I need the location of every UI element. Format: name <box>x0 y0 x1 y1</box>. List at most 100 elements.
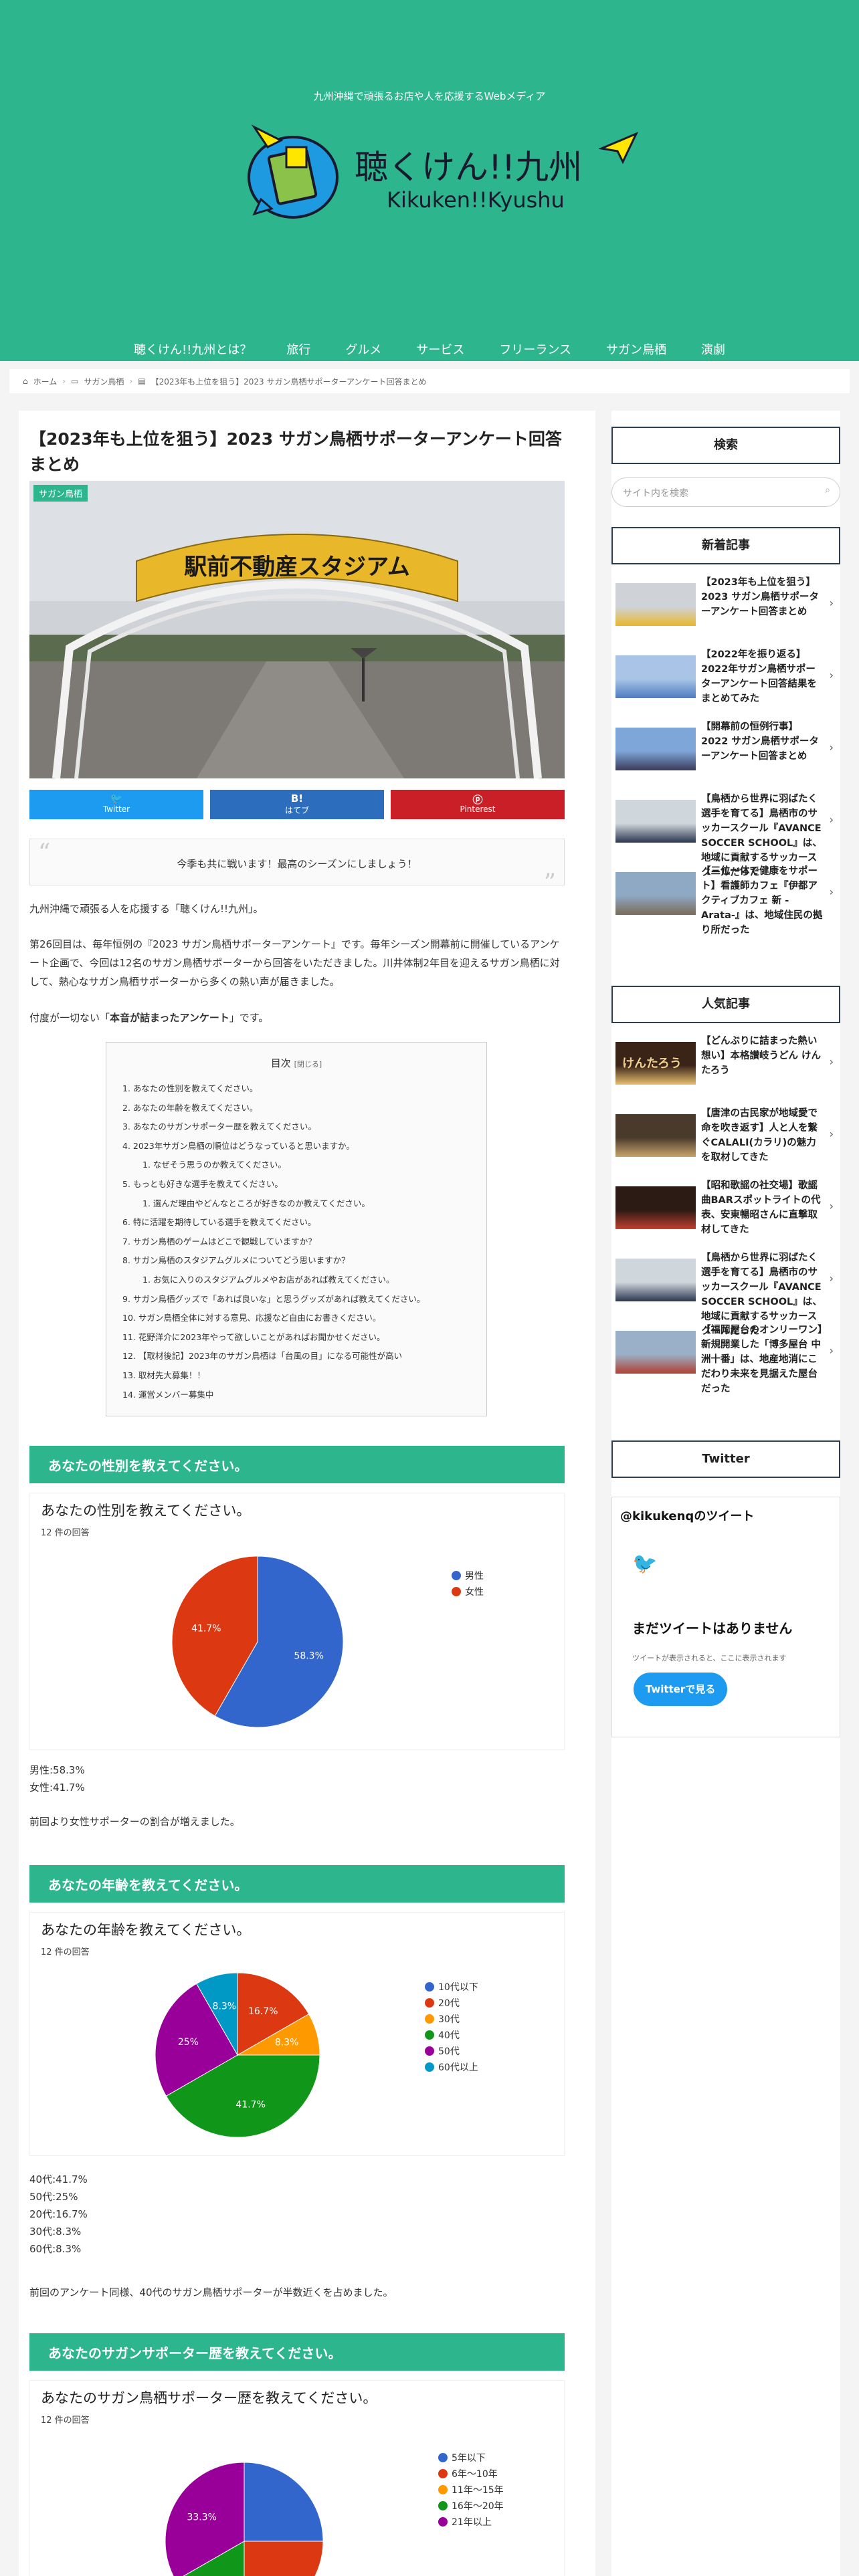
legend-swatch <box>438 2469 448 2478</box>
pie-slice-1[interactable] <box>244 2541 324 2576</box>
search-input[interactable]: サイト内を検索 ⌕ <box>611 477 840 507</box>
toc-item[interactable]: 1. なぜそう思うのか教えてください。 <box>122 1156 470 1175</box>
chevron-right-icon: › <box>829 1200 834 1212</box>
post-card-title: 【福岡屋台のオンリーワン】新規開業した「博多屋台 中洲十番」は、地産地消にこだわ… <box>701 1325 823 1394</box>
toc-item[interactable]: 1. あなたの性別を教えてください。 <box>122 1079 470 1099</box>
intro-paragraph-1: 九州沖縄で頑張る人を応援する「聴くけん!!九州」。 <box>29 903 264 915</box>
toc-item[interactable]: 1. お気に入りのスタジアムグルメやお店があれば教えてください。 <box>122 1271 470 1290</box>
hatena-bookmark-icon: B! <box>290 792 304 804</box>
toc-item[interactable]: 3. あなたのサガンサポーター歴を教えてください。 <box>122 1117 470 1137</box>
chart-card-supporter-years: あなたのサガン鳥栖サポーター歴を教えてください。 12 件の回答 16.7%33… <box>29 2380 565 2576</box>
stat-line: 30代:8.3% <box>29 2226 82 2238</box>
toc-item[interactable]: 14. 運営メンバー募集中 <box>122 1386 470 1405</box>
pie-chart-age: 16.7% 8.3% 41.7% 25% 8.3% <box>155 1972 320 2138</box>
toc-item[interactable]: 10. サガン鳥栖全体に対する意見、応援など自由にお書きください。 <box>122 1309 470 1328</box>
legend-swatch <box>425 1982 434 1992</box>
twitter-bird-icon: 🐦 <box>632 1552 658 1576</box>
quote-text: 今季も共に戦います！最高のシーズンにしましょう！ <box>177 858 417 870</box>
recent-post-card[interactable]: 【鳥栖から世界に羽ばたく選手を育てる】鳥栖市のサッカースクール『AVANCE S… <box>611 788 840 878</box>
legend-swatch <box>438 2485 448 2494</box>
legend-label: 21年以上 <box>452 2517 492 2528</box>
breadcrumb-home[interactable]: ホーム <box>33 376 58 387</box>
section-note-gender: 前回より女性サポーターの割合が増えました。 <box>29 1816 240 1828</box>
recent-post-card[interactable]: 【三位一体で健康をサポート】看護師カフェ『伊都アクティブカフェ 新 -Arata… <box>611 860 840 936</box>
legend-item: 10代以下 <box>425 1979 478 1996</box>
legend-label: 30代 <box>438 2014 460 2025</box>
pie-chart-supporter-years: 16.7%33.3% <box>165 2462 324 2576</box>
breadcrumb-separator: › <box>62 377 66 386</box>
blockquote: “ 今季も共に戦います！最高のシーズンにしましょう！ ” <box>29 839 565 897</box>
stat-line: 40代:41.7% <box>29 2173 88 2185</box>
nav-item-sagan-tosu[interactable]: サガン鳥栖 <box>589 338 684 359</box>
logo-title: 聴くけん!!九州 <box>355 148 583 187</box>
gate-sign-text: 駅前不動産スタジアム <box>184 554 410 580</box>
popular-post-card[interactable]: 【福岡屋台のオンリーワン】新規開業した「博多屋台 中洲十番」は、地産地消にこだわ… <box>611 1319 840 1394</box>
chevron-right-icon: › <box>829 1128 834 1140</box>
legend-item: 6年〜10年 <box>438 2466 504 2482</box>
toc-item[interactable]: 13. 取材先大募集！！ <box>122 1366 470 1386</box>
toc-item[interactable]: 9. サガン鳥栖グッズで「あれば良いな」と思うグッズがあれば教えてください。 <box>122 1290 470 1309</box>
nav-item-theater[interactable]: 演劇 <box>684 338 743 359</box>
share-hatena-button[interactable]: B! はてブ <box>210 790 384 819</box>
toc-item[interactable]: 4. 2023年サガン鳥栖の順位はどうなっていると思いますか。 <box>122 1137 470 1156</box>
toc-item[interactable]: 1. 選んだ理由やどんなところが好きなのか教えてください。 <box>122 1194 470 1214</box>
legend-item: 16年〜20年 <box>438 2498 504 2514</box>
post-title: 【2023年も上位を狙う】2023 サガン鳥栖サポーターアンケート回答まとめ <box>29 429 562 474</box>
legend-swatch <box>438 2501 448 2510</box>
share-buttons: 🐦 Twitter B! はてブ ⓟ Pinterest <box>29 790 565 819</box>
breadcrumb-separator: › <box>129 377 133 386</box>
site-logo[interactable]: 聴くけん!!九州 Kikuken!!Kyushu <box>241 120 639 227</box>
share-twitter-button[interactable]: 🐦 Twitter <box>29 790 203 819</box>
breadcrumb-category[interactable]: サガン鳥栖 <box>84 376 124 387</box>
legend-label: 20代 <box>438 1998 460 2009</box>
post-card-title: 【三位一体で健康をサポート】看護師カフェ『伊都アクティブカフェ 新 -Arata… <box>701 866 823 936</box>
pie-data-label: 25% <box>178 2037 199 2048</box>
post-card-title: 【2023年も上位を狙う】2023 サガン鳥栖サポーターアンケート回答まとめ <box>701 577 819 617</box>
stat-line: 男性:58.3% <box>29 1764 85 1776</box>
stats-age: 40代:41.7% 50代:25% 20代:16.7% 30代:8.3% 60代… <box>29 2171 565 2258</box>
recent-post-card[interactable]: 【2023年も上位を狙う】2023 サガン鳥栖サポーターアンケート回答まとめ › <box>611 571 840 635</box>
view-on-twitter-button[interactable]: Twitterで見る <box>634 1673 727 1706</box>
popular-post-card[interactable]: 【唐津の古民家が地域愛で命を吹き返す】人と人を繋ぐCALALI(カラリ)の魅力を… <box>611 1102 840 1166</box>
twitter-username[interactable]: @kikukenqのツイート <box>620 1507 754 1524</box>
pie-slice-0[interactable] <box>244 2462 324 2542</box>
nav-item-gourmet[interactable]: グルメ <box>328 338 399 359</box>
nav-item-service[interactable]: サービス <box>399 338 482 359</box>
legend-item: 5年以下 <box>438 2450 504 2466</box>
toc-item[interactable]: 5. もっとも好きな選手を教えてください。 <box>122 1175 470 1194</box>
legend-swatch <box>425 1998 434 2008</box>
legend-label: 10代以下 <box>438 1982 478 1993</box>
toc-item[interactable]: 8. サガン鳥栖のスタジアムグルメについてどう思いますか？ <box>122 1251 470 1271</box>
toc-item[interactable]: 6. 特に活躍を期待している選手を教えてください。 <box>122 1213 470 1232</box>
popular-post-card[interactable]: けんたろう 【どんぶりに詰まった熱い想い】本格讃岐うどん けんたろう › <box>611 1030 840 1094</box>
legend-item: 女性 <box>452 1584 484 1600</box>
recent-post-card[interactable]: 【2022年を振り返る】2022年サガン鳥栖サポーターアンケート回答結果をまとめ… <box>611 643 840 708</box>
toc-item[interactable]: 12. 【取材後記】2023年のサガン鳥栖は「台風の目」になる可能性が高い <box>122 1347 470 1366</box>
nav-item-travel[interactable]: 旅行 <box>269 338 328 359</box>
nav-item-about[interactable]: 聴くけん!!九州とは？ <box>116 338 269 359</box>
category-badge[interactable]: サガン鳥栖 <box>33 485 88 502</box>
toc-toggle[interactable]: [閉じる] <box>294 1060 322 1069</box>
recent-post-card[interactable]: 【開幕前の恒例行事】2022 サガン鳥栖サポーターアンケート回答まとめ › <box>611 716 840 780</box>
chevron-right-icon: › <box>829 813 834 826</box>
widget-heading-recent: 新着記事 <box>611 527 840 564</box>
toc-item[interactable]: 2. あなたの年齢を教えてください。 <box>122 1099 470 1118</box>
nav-item-freelance[interactable]: フリーランス <box>482 338 589 359</box>
toc-heading: 目次 [閉じる] <box>270 1057 322 1069</box>
post-thumbnail: けんたろう <box>615 1042 696 1085</box>
toc-item[interactable]: 7. サガン鳥栖のゲームはどこで観戦していますか？ <box>122 1232 470 1252</box>
popular-post-card[interactable]: 【鳥栖から世界に羽ばたく選手を育てる】鳥栖市のサッカースクール『AVANCE S… <box>611 1247 840 1337</box>
widget-heading-twitter: Twitter <box>611 1440 840 1478</box>
table-of-contents: 目次 [閉じる] 1. あなたの性別を教えてください。 2. あなたの年齢を教えて… <box>106 1042 487 1416</box>
stats-gender: 男性:58.3% 女性:41.7% <box>29 1761 565 1796</box>
chart-card-title: あなたの年齢を教えてください。 <box>41 1922 251 1938</box>
toc-item[interactable]: 11. 花野洋介に2023年やって欲しいことがあればお聞かせください。 <box>122 1328 470 1348</box>
share-pinterest-button[interactable]: ⓟ Pinterest <box>391 790 565 819</box>
legend-item: 11年〜15年 <box>438 2482 504 2498</box>
response-count: 12 件の回答 <box>41 2416 90 2426</box>
thumbnail-sign-text: けんたろう <box>622 1057 682 1071</box>
twitter-timeline: @kikukenqのツイート 🐦 まだツイートはありません ツイートが表示される… <box>611 1497 840 1737</box>
chevron-right-icon: › <box>829 1344 834 1357</box>
search-icon[interactable]: ⌕ <box>825 485 830 496</box>
popular-post-card[interactable]: 【昭和歌謡の社交場】歌謡曲BARスポットライトの代表、安東暢昭さんに直撃取材して… <box>611 1174 840 1239</box>
